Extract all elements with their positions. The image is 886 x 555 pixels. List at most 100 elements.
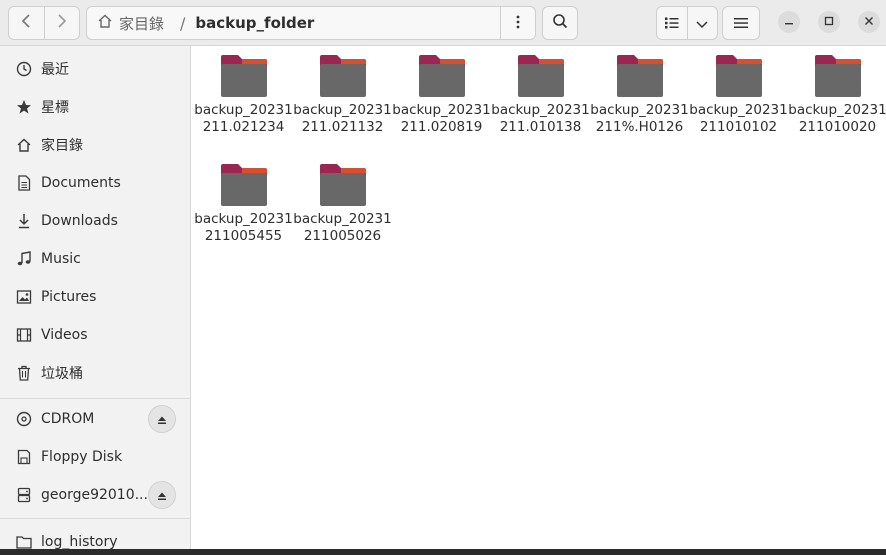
sidebar-item-label: 垃圾桶 (41, 366, 83, 382)
sidebar-item-music[interactable]: Music (0, 241, 190, 277)
close-icon (864, 15, 874, 29)
sidebar-item-starred[interactable]: 星標 (0, 89, 190, 125)
hamburger-icon (734, 14, 748, 33)
breadcrumb-current-folder[interactable]: backup_folder (191, 7, 500, 39)
forward-button[interactable] (43, 7, 80, 39)
sidebar-item-pictures[interactable]: Pictures (0, 279, 190, 315)
main-menu-button[interactable] (722, 6, 760, 40)
vertical-dots-icon (516, 14, 520, 33)
folder-icon (715, 55, 762, 97)
folder-name: backup_20231211010102 (689, 102, 788, 135)
trash-icon (15, 364, 33, 382)
download-icon (15, 212, 33, 230)
folder-item[interactable]: backup_20231211005026 (293, 155, 392, 245)
star-icon (15, 98, 33, 116)
eject-icon (157, 486, 167, 505)
clock-icon (15, 60, 33, 78)
sidebar-item-label: CDROM (41, 411, 95, 427)
picture-icon (15, 288, 33, 306)
maximize-button[interactable] (818, 11, 840, 33)
folder-icon (517, 55, 564, 97)
eject-button[interactable] (148, 481, 176, 509)
folder-item[interactable]: backup_20231211.010138 (491, 46, 590, 136)
sidebar-item-trash[interactable]: 垃圾桶 (0, 355, 190, 391)
sidebar-item-videos[interactable]: Videos (0, 317, 190, 353)
minimize-button[interactable] (778, 11, 800, 33)
folder-name: backup_20231211.021234 (194, 102, 293, 135)
sidebar-item-network-drive[interactable]: george92010... (0, 477, 190, 513)
header-bar: 家目錄 / backup_folder (0, 0, 886, 46)
list-view-icon (664, 14, 679, 33)
search-icon (552, 13, 568, 33)
chevron-right-icon (57, 13, 67, 34)
folder-item[interactable]: backup_20231211.020819 (392, 46, 491, 136)
chevron-down-icon (696, 14, 708, 33)
folder-name: backup_20231211.021132 (293, 102, 392, 135)
folder-name: backup_20231211%.H0126 (590, 102, 689, 135)
disc-icon (15, 410, 33, 428)
sidebar-item-recent[interactable]: 最近 (0, 51, 190, 87)
view-options-button[interactable] (686, 7, 718, 39)
folder-icon (418, 55, 465, 97)
sidebar-item-label: 最近 (41, 62, 69, 78)
sidebar-item-documents[interactable]: Documents (0, 165, 190, 201)
home-icon (97, 13, 119, 33)
folder-item[interactable]: backup_20231211010020 (788, 46, 886, 136)
video-icon (15, 326, 33, 344)
path-menu-button[interactable] (500, 7, 535, 39)
network-drive-icon (15, 486, 33, 504)
folder-name: backup_20231211.020819 (392, 102, 491, 135)
navigation-buttons (8, 6, 80, 40)
back-button[interactable] (9, 7, 44, 39)
sidebar-item-label: Videos (41, 327, 88, 343)
sidebar-item-label: 星標 (41, 100, 69, 116)
sidebar-item-downloads[interactable]: Downloads (0, 203, 190, 239)
folder-item[interactable]: backup_20231211005455 (194, 155, 293, 245)
breadcrumb-home-label: 家目錄 (119, 14, 165, 33)
minimize-icon (784, 15, 794, 29)
folder-name: backup_20231211005026 (293, 211, 392, 244)
folder-icon (220, 164, 267, 206)
chevron-left-icon (21, 13, 31, 34)
music-icon (15, 250, 33, 268)
folder-item[interactable]: backup_20231211.021234 (194, 46, 293, 136)
folder-item[interactable]: backup_20231211010102 (689, 46, 788, 136)
file-view: backup_20231211.021234 backup_20231211.0… (191, 46, 886, 549)
path-bar: 家目錄 / backup_folder (86, 6, 536, 40)
home-icon (15, 136, 33, 154)
view-toggle-group (656, 6, 718, 40)
folder-icon (220, 55, 267, 97)
folder-item[interactable]: backup_20231211.021132 (293, 46, 392, 136)
sidebar-item-floppy-disk[interactable]: Floppy Disk (0, 439, 190, 475)
sidebar-item-label: Music (41, 251, 81, 267)
folder-icon (616, 55, 663, 97)
sidebar-item-label: log_history (41, 534, 118, 550)
eject-icon (157, 410, 167, 429)
sidebar-item-label: Downloads (41, 213, 118, 229)
breadcrumb-separator: / (180, 13, 186, 33)
folder-icon (319, 164, 366, 206)
sidebar-item-cdrom[interactable]: CDROM (0, 401, 190, 437)
list-view-button[interactable] (657, 7, 687, 39)
sidebar-item-label: 家目錄 (41, 138, 83, 154)
sidebar-divider (0, 398, 190, 399)
folder-icon (814, 55, 861, 97)
sidebar-divider (0, 518, 190, 519)
sidebar-item-home[interactable]: 家目錄 (0, 127, 190, 163)
search-button[interactable] (542, 6, 578, 40)
sidebar-item-label: Pictures (41, 289, 97, 305)
sidebar-item-label: Documents (41, 175, 121, 191)
folder-icon (319, 55, 366, 97)
eject-button[interactable] (148, 405, 176, 433)
sidebar: 最近 星標 家目錄 Documents Downloads Music Pict… (0, 46, 191, 555)
sidebar-item-label: Floppy Disk (41, 449, 123, 465)
document-icon (15, 174, 33, 192)
window-bottom-edge (0, 549, 886, 555)
sidebar-item-label: george92010... (41, 487, 148, 503)
maximize-icon (824, 15, 834, 29)
close-button[interactable] (858, 11, 880, 33)
breadcrumb-home[interactable]: 家目錄 (87, 7, 174, 39)
floppy-icon (15, 448, 33, 466)
folder-name: backup_20231211005455 (194, 211, 293, 244)
folder-item[interactable]: backup_20231211%.H0126 (590, 46, 689, 136)
